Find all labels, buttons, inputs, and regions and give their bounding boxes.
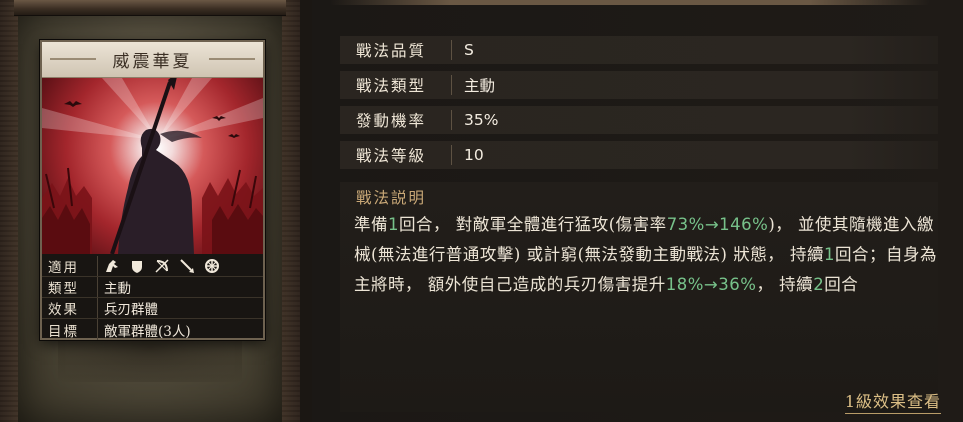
spear-icon — [180, 259, 194, 273]
tactic-card: 威震華夏 適用 類型 主動 效果 兵刃群體 目標 敵軍群體(3人) — [40, 40, 265, 340]
stat-label-probability: 發動機率 — [340, 110, 452, 130]
description-highlight-value: 73%→146% — [666, 215, 769, 234]
info-value-effect: 兵刃群體 — [104, 302, 158, 318]
stat-row-probability: 發動機率 35% — [340, 106, 938, 134]
info-key-applicable: 適用 — [42, 256, 98, 276]
description-text: 準備1回合， 對敵軍全體進行猛攻(傷害率73%→146%)， 並使其隨機進入繳械… — [354, 210, 939, 300]
shield-icon — [132, 261, 142, 273]
description-segment: 回合 — [824, 275, 859, 294]
description-segment: 準備 — [354, 215, 388, 234]
info-value-target: 敵軍群體(3人) — [104, 323, 191, 340]
cavalry-icon — [106, 260, 118, 272]
bow-icon — [155, 259, 169, 273]
info-key-target: 目標 — [42, 319, 98, 340]
description-highlight-value: 1 — [388, 215, 399, 234]
stat-label-type: 戰法類型 — [340, 75, 452, 95]
stat-label-quality: 戰法品質 — [340, 40, 452, 60]
stat-value-probability: 35% — [464, 111, 499, 129]
stat-row-level: 戰法等級 10 — [340, 141, 938, 169]
description-highlight-value: 2 — [813, 275, 825, 294]
level-effect-link[interactable]: 1級效果查看 — [844, 388, 941, 414]
applicable-unit-icons — [98, 258, 220, 274]
tactic-card-title: 威震華夏 — [42, 42, 263, 78]
siege-icon — [205, 259, 219, 273]
description-segment: 回合， 對敵軍全體進行猛攻(傷害率 — [399, 215, 667, 234]
tactic-card-art — [42, 78, 263, 254]
info-row-type: 類型 主動 — [42, 277, 263, 298]
panel-top-ornament — [330, 0, 930, 5]
warrior-silhouette-illustration — [42, 78, 263, 254]
stat-row-quality: 戰法品質 S — [340, 36, 938, 64]
description-highlight-value: 1 — [823, 245, 835, 264]
info-value-type: 主動 — [104, 281, 131, 297]
info-row-target: 目標 敵軍群體(3人) — [42, 319, 263, 340]
stat-value-quality: S — [464, 41, 474, 59]
stat-value-level: 10 — [464, 146, 484, 164]
description-segment: ， 持續 — [756, 275, 814, 294]
description-highlight-value: 18%→36% — [665, 275, 757, 294]
info-key-type: 類型 — [42, 277, 98, 297]
tactic-card-info: 適用 類型 主動 效果 兵刃群體 目標 敵軍群體(3人) — [42, 254, 263, 340]
info-key-effect: 效果 — [42, 298, 98, 318]
stat-label-level: 戰法等級 — [340, 145, 452, 165]
description-title: 戰法説明 — [356, 189, 427, 207]
info-row-effect: 效果 兵刃群體 — [42, 298, 263, 319]
info-row-applicable: 適用 — [42, 256, 263, 277]
stat-row-type: 戰法類型 主動 — [340, 71, 938, 99]
scroll-rod — [14, 0, 286, 16]
stat-value-type: 主動 — [464, 77, 496, 95]
